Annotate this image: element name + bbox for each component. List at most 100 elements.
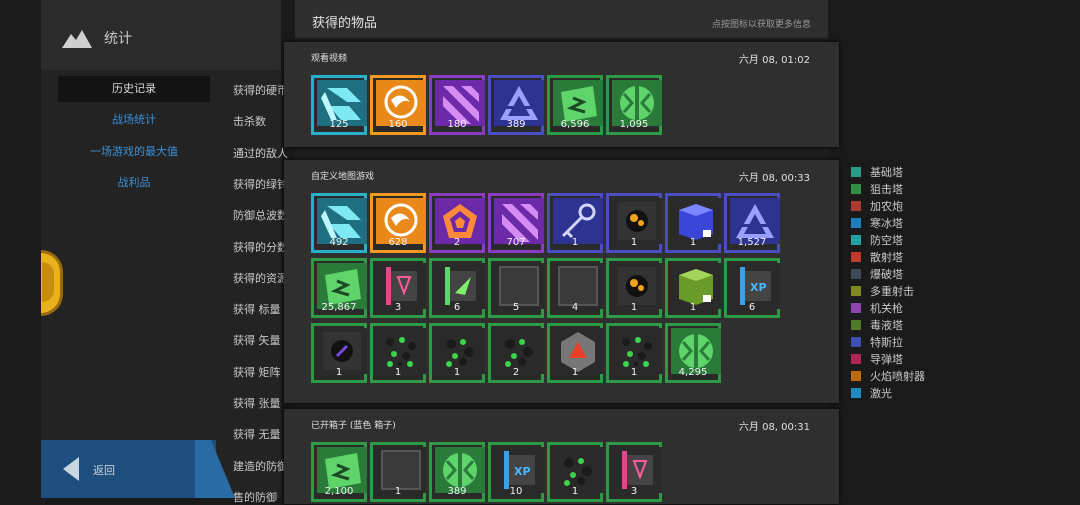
modal-title: 获得的物品 <box>312 16 378 31</box>
loot-item[interactable]: 125 <box>311 75 367 135</box>
legend-label: 多重射击 <box>870 284 914 298</box>
tower-legend: 基础塔 狙击塔 加农炮 寒冰塔 防空塔 散射塔 爆破塔 多重射击 机关枪 毒液塔 特斯拉 导弹塔 火焰喷… <box>851 163 925 401</box>
tab-loot[interactable]: 战利品 <box>58 170 210 196</box>
item-count: 1 <box>689 302 697 313</box>
tab-history[interactable]: 历史记录 <box>58 76 210 102</box>
loot-item[interactable]: 1 <box>547 442 603 502</box>
loot-item[interactable]: 25,867 <box>311 258 367 318</box>
item-count: 1 <box>630 302 638 313</box>
loot-item[interactable]: 707 <box>488 193 544 253</box>
legend-label: 导弹塔 <box>870 352 903 366</box>
loot-item[interactable]: XP 6 <box>724 258 780 318</box>
loot-item[interactable]: 2 <box>429 193 485 253</box>
item-count: 3 <box>630 486 638 497</box>
stat-row-label: 击杀数 <box>233 115 266 129</box>
legend-label: 火焰喷射器 <box>870 369 925 383</box>
loot-item[interactable]: 1 <box>547 193 603 253</box>
section-name: 自定义地图游戏 <box>311 172 375 182</box>
item-count: 389 <box>447 486 467 497</box>
loot-item[interactable]: 3 <box>370 258 426 318</box>
item-count: 6 <box>453 302 461 313</box>
loot-item[interactable]: 1 <box>370 442 426 502</box>
tab-single-game-max[interactable]: 一场游戏的最大值 <box>58 139 210 165</box>
item-count: 180 <box>447 119 467 130</box>
stat-row-label: 获得的硬币 <box>233 84 288 97</box>
loot-item[interactable]: 4,295 <box>665 323 721 383</box>
loot-item[interactable]: 628 <box>370 193 426 253</box>
item-count: 628 <box>388 237 408 248</box>
legend-item: 基础塔 <box>851 163 925 180</box>
loot-item[interactable]: 1 <box>606 258 662 318</box>
loot-item[interactable]: 492 <box>311 193 367 253</box>
item-count: 1 <box>630 367 638 378</box>
loot-item[interactable]: 1 <box>665 193 721 253</box>
stat-row-label: 获得 标量 <box>233 303 281 317</box>
legend-item: 导弹塔 <box>851 350 925 367</box>
section-time: 六月 08, 01:02 <box>738 55 810 66</box>
loot-item[interactable]: 1 <box>311 323 367 383</box>
loot-item[interactable]: 1 <box>547 323 603 383</box>
loot-item[interactable]: 1 <box>429 323 485 383</box>
loot-item[interactable]: 6,596 <box>547 75 603 135</box>
loot-item[interactable]: 2 <box>488 323 544 383</box>
loot-item[interactable]: 180 <box>429 75 485 135</box>
stat-row-label: 通过的敌人 <box>233 146 288 160</box>
stat-row-label: 获得 无量 <box>233 428 281 442</box>
loot-item[interactable]: 2,100 <box>311 442 367 502</box>
page-title: 统计 <box>104 31 132 47</box>
legend-swatch <box>851 319 861 330</box>
legend-item: 机关枪 <box>851 299 925 316</box>
tab-battle-stats[interactable]: 战场统计 <box>58 107 210 133</box>
loot-item[interactable]: 160 <box>370 75 426 135</box>
loot-item[interactable]: 3 <box>606 442 662 502</box>
stat-row-label: 售的防御 <box>233 490 277 504</box>
stat-row-label: 建造的防御 <box>233 459 288 473</box>
legend-swatch <box>851 217 861 228</box>
loot-item[interactable]: 1,527 <box>724 193 780 253</box>
section-time: 六月 08, 00:31 <box>738 422 810 433</box>
coin-inner <box>42 262 54 302</box>
legend-swatch <box>851 183 861 194</box>
item-count: 1 <box>630 237 638 248</box>
item-count: 1 <box>571 367 579 378</box>
item-count: 1 <box>571 486 579 497</box>
stat-row-label: 获得的资源 <box>233 271 288 285</box>
section-time: 六月 08, 00:33 <box>738 173 810 184</box>
loot-item[interactable]: 6 <box>429 258 485 318</box>
item-count: 3 <box>394 302 402 313</box>
section-opened-chest: 已开箱子 (蓝色 箱子) 六月 08, 00:31 2,100 1 389 XP 10 1… <box>284 409 839 504</box>
item-count: 160 <box>388 119 408 130</box>
back-label[interactable]: 返回 <box>93 462 115 478</box>
loot-item[interactable]: 1 <box>606 193 662 253</box>
loot-item[interactable]: 389 <box>488 75 544 135</box>
legend-swatch <box>851 353 861 364</box>
item-count: 25,867 <box>321 302 357 313</box>
legend-label: 特斯拉 <box>870 335 903 349</box>
legend-label: 激光 <box>870 386 892 400</box>
loot-item[interactable]: 1,095 <box>606 75 662 135</box>
section-name: 已开箱子 (蓝色 箱子) <box>311 421 396 431</box>
legend-item: 防空塔 <box>851 231 925 248</box>
loot-item[interactable]: XP 10 <box>488 442 544 502</box>
loot-item[interactable]: 5 <box>488 258 544 318</box>
loot-item[interactable]: 4 <box>547 258 603 318</box>
loot-item[interactable]: 1 <box>606 323 662 383</box>
back-arrow-icon <box>63 457 79 481</box>
legend-label: 寒冰塔 <box>870 216 903 230</box>
legend-item: 多重射击 <box>851 282 925 299</box>
section-watch-video: 观看视频 六月 08, 01:02 125 160 180 389 6,596 1,095 <box>284 42 839 147</box>
item-count: 1 <box>394 486 402 497</box>
legend-swatch <box>851 166 861 177</box>
legend-swatch <box>851 251 861 262</box>
loot-item[interactable]: 1 <box>665 258 721 318</box>
legend-item: 散射塔 <box>851 248 925 265</box>
item-count: 1 <box>571 237 579 248</box>
legend-label: 机关枪 <box>870 301 903 315</box>
loot-item[interactable]: 389 <box>429 442 485 502</box>
item-count: 4 <box>571 302 579 313</box>
legend-item: 寒冰塔 <box>851 214 925 231</box>
stat-row-label: 获得 矢量 <box>233 334 281 348</box>
item-count: 492 <box>329 237 349 248</box>
loot-item[interactable]: 1 <box>370 323 426 383</box>
mountain-icon <box>62 30 92 48</box>
